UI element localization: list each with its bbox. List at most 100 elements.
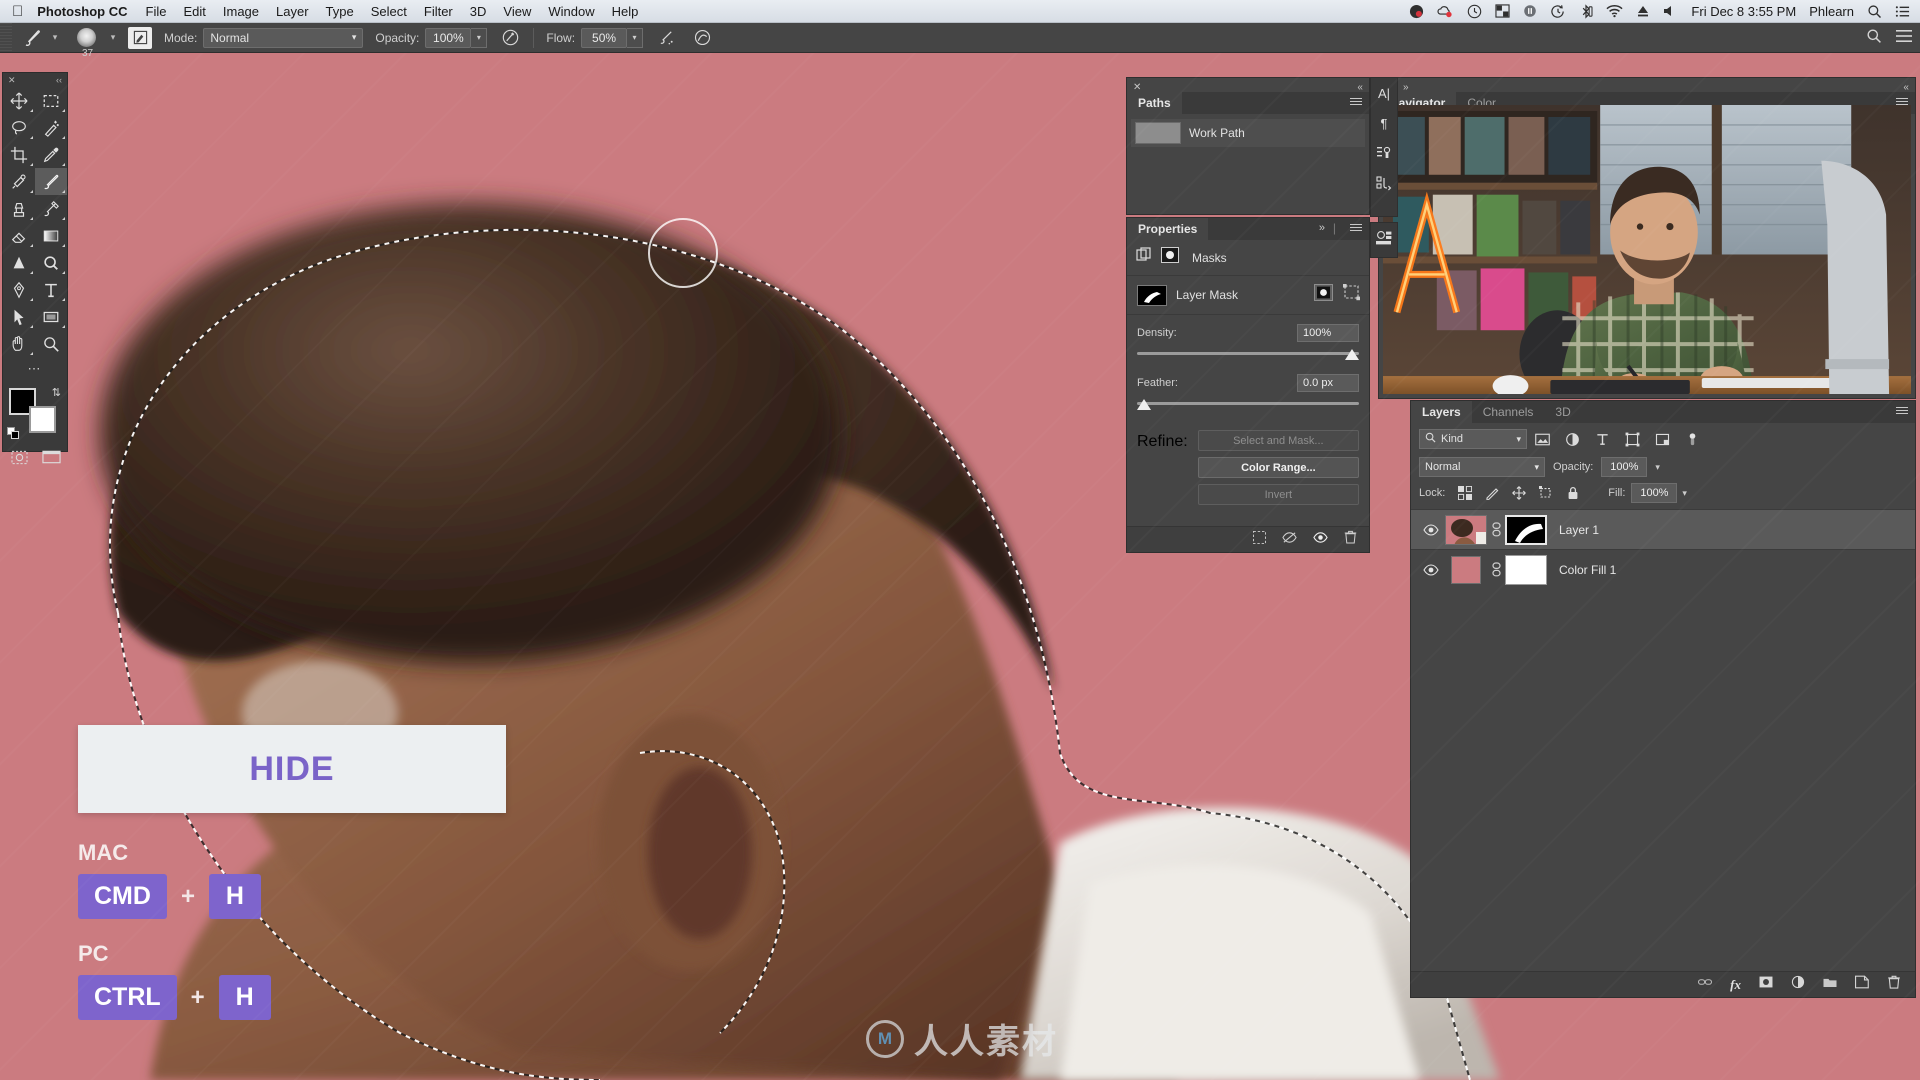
window-manager-icon[interactable] xyxy=(1495,4,1511,18)
history-brush-tool[interactable] xyxy=(35,195,67,222)
cloud-sync-icon[interactable] xyxy=(1437,4,1454,19)
layer-opacity-chevron-down-icon[interactable]: ▾ xyxy=(1655,462,1660,473)
brush-panel-caret-icon[interactable]: ▾ xyxy=(106,32,120,43)
tab-paths[interactable]: Paths xyxy=(1127,92,1182,114)
pixel-mask-icon[interactable] xyxy=(1161,247,1179,268)
blend-mode-select[interactable]: Normal ▾ xyxy=(203,27,364,48)
eyedropper-tool[interactable] xyxy=(35,141,67,168)
density-slider-knob[interactable] xyxy=(1345,349,1359,360)
eye-icon[interactable] xyxy=(1417,563,1445,576)
rectangle-tool[interactable] xyxy=(35,303,67,330)
blur-tool[interactable] xyxy=(3,249,35,276)
invert-button[interactable]: Invert xyxy=(1197,484,1359,505)
link-layers-icon[interactable] xyxy=(1698,975,1713,994)
zoom-tool[interactable] xyxy=(35,330,67,357)
navigator-preview[interactable] xyxy=(1383,105,1911,394)
new-layer-icon[interactable] xyxy=(1855,975,1869,994)
menu-bar-user[interactable]: Phlearn xyxy=(1809,4,1854,19)
path-row-work-path[interactable]: Work Path xyxy=(1131,119,1365,147)
smoothing-icon[interactable] xyxy=(689,27,715,49)
tab-layers[interactable]: Layers xyxy=(1411,401,1472,423)
layer-row-layer-1[interactable]: Layer 1 xyxy=(1411,509,1915,549)
edit-toolbar-icon[interactable]: ⋯ xyxy=(3,357,67,381)
panel-menu-icon[interactable] xyxy=(1350,98,1362,107)
tab-channels[interactable]: Channels xyxy=(1472,401,1545,423)
link-icon[interactable] xyxy=(1487,562,1505,577)
airbrush-icon[interactable] xyxy=(653,27,679,49)
pressure-opacity-icon[interactable] xyxy=(497,27,523,49)
adjustments-panel-icon[interactable] xyxy=(1375,230,1393,251)
density-value[interactable]: 100% xyxy=(1297,324,1359,342)
add-layer-mask-icon[interactable] xyxy=(1759,975,1773,994)
lasso-tool[interactable] xyxy=(3,114,35,141)
hand-tool[interactable] xyxy=(3,330,35,357)
vector-mask-icon[interactable] xyxy=(1343,284,1361,306)
filter-smartobject-icon[interactable] xyxy=(1647,432,1677,447)
fill-value[interactable]: 100% xyxy=(1631,483,1678,503)
workspace-icon[interactable] xyxy=(1896,29,1912,46)
app-name-menu[interactable]: Photoshop CC xyxy=(37,4,127,19)
menu-image[interactable]: Image xyxy=(223,4,259,19)
default-colors-icon[interactable] xyxy=(7,427,20,440)
density-slider[interactable] xyxy=(1137,349,1359,365)
layer-style-fx-icon[interactable]: fx xyxy=(1730,977,1741,993)
apply-mask-icon[interactable] xyxy=(1282,531,1297,549)
options-bar-grip[interactable] xyxy=(0,23,12,52)
layer-opacity-value[interactable]: 100% xyxy=(1601,457,1648,477)
color-range-button[interactable]: Color Range... xyxy=(1197,457,1359,478)
gradient-tool[interactable] xyxy=(35,222,67,249)
volume-icon[interactable] xyxy=(1663,4,1678,18)
new-group-icon[interactable] xyxy=(1823,975,1837,994)
panel-menu-icon[interactable] xyxy=(1350,224,1362,233)
menu-edit[interactable]: Edit xyxy=(183,4,205,19)
layer-mask-thumbnail[interactable] xyxy=(1137,284,1167,306)
menu-view[interactable]: View xyxy=(503,4,531,19)
eject-icon[interactable] xyxy=(1636,4,1650,18)
menu-help[interactable]: Help xyxy=(612,4,639,19)
crop-tool[interactable] xyxy=(3,141,35,168)
menu-filter[interactable]: Filter xyxy=(424,4,453,19)
tab-properties[interactable]: Properties xyxy=(1127,218,1209,240)
swap-colors-icon[interactable]: ⇅ xyxy=(52,386,61,399)
collapse-icon[interactable]: ‹‹ xyxy=(56,75,62,85)
layer-filter-kind-select[interactable]: Kind ▾ xyxy=(1419,429,1527,449)
brush-preset-caret-icon[interactable]: ▾ xyxy=(48,32,62,43)
menu-layer[interactable]: Layer xyxy=(276,4,309,19)
search-icon[interactable] xyxy=(1866,28,1882,47)
healing-brush-tool[interactable] xyxy=(3,168,35,195)
layer-blend-mode-select[interactable]: Normal ▾ xyxy=(1419,457,1545,477)
close-icon[interactable]: ✕ xyxy=(8,75,16,86)
eraser-tool[interactable] xyxy=(3,222,35,249)
menu-window[interactable]: Window xyxy=(548,4,594,19)
lock-all-icon[interactable] xyxy=(1559,486,1586,500)
feather-slider[interactable] xyxy=(1137,399,1359,415)
menu-3d[interactable]: 3D xyxy=(470,4,487,19)
filter-toggle-icon[interactable] xyxy=(1677,432,1707,447)
marquee-tool[interactable] xyxy=(35,87,67,114)
filter-pixel-icon[interactable] xyxy=(1527,432,1557,447)
panel-menu-icon[interactable] xyxy=(1896,407,1908,416)
background-color-swatch[interactable] xyxy=(29,406,56,433)
character-panel-icon[interactable]: A| xyxy=(1371,78,1397,108)
expand-icon[interactable]: » xyxy=(1319,222,1325,234)
menu-file[interactable]: File xyxy=(146,4,167,19)
clock-icon[interactable] xyxy=(1467,4,1482,19)
masks-properties-icon[interactable] xyxy=(1136,247,1152,268)
fill-chevron-down-icon[interactable]: ▾ xyxy=(1682,488,1687,499)
delete-mask-icon[interactable] xyxy=(1344,530,1357,549)
search-icon[interactable] xyxy=(1867,4,1882,19)
flow-value[interactable]: 50% xyxy=(581,27,628,48)
layer-row-color-fill-1[interactable]: Color Fill 1 xyxy=(1411,549,1915,589)
clone-stamp-tool[interactable] xyxy=(3,195,35,222)
move-tool[interactable] xyxy=(3,87,35,114)
new-adjustment-layer-icon[interactable] xyxy=(1791,975,1805,994)
lock-artboard-icon[interactable] xyxy=(1532,486,1559,500)
layer-thumbnail[interactable] xyxy=(1445,514,1487,545)
brush-preset-picker[interactable]: 37 xyxy=(66,25,106,59)
layer-name[interactable]: Layer 1 xyxy=(1559,523,1599,537)
tab-3d[interactable]: 3D xyxy=(1544,401,1581,423)
flow-chevron-down-icon[interactable]: ▾ xyxy=(627,27,644,48)
wifi-icon[interactable] xyxy=(1606,4,1623,18)
apple-logo-icon[interactable]:  xyxy=(12,4,23,19)
notification-center-icon[interactable] xyxy=(1895,5,1910,18)
